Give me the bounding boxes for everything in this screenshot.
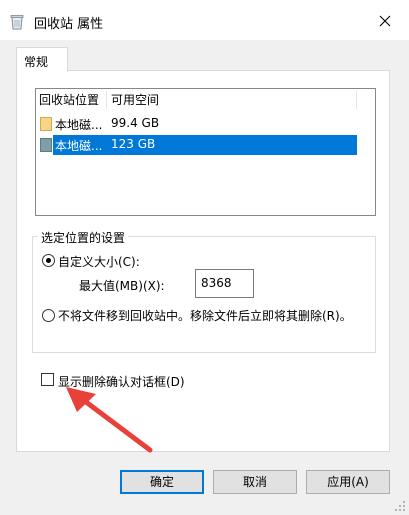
list-item[interactable]: 本地磁... 123 GB bbox=[37, 135, 357, 155]
max-value-input[interactable]: 8368 bbox=[195, 269, 254, 298]
close-icon bbox=[379, 15, 391, 27]
no-recycle-label: 不将文件移到回收站中。移除文件后立即将其删除(R)。 bbox=[58, 309, 352, 323]
free-space: 123 GB bbox=[111, 137, 156, 151]
settings-group-label: 选定位置的设置 bbox=[38, 229, 129, 246]
no-recycle-radio[interactable] bbox=[42, 309, 55, 322]
drive-icon bbox=[40, 138, 52, 152]
window-title: 回收站 属性 bbox=[34, 17, 104, 32]
list-item[interactable]: 本地磁... 99.4 GB bbox=[37, 114, 357, 134]
tab-general[interactable]: 常规 bbox=[16, 47, 68, 72]
location-name: 本地磁... bbox=[55, 118, 103, 132]
list-header: 回收站位置 可用空间 bbox=[36, 89, 375, 111]
cancel-button[interactable]: 取消 bbox=[213, 470, 297, 494]
free-space: 99.4 GB bbox=[111, 116, 160, 130]
annotation-arrow-icon bbox=[60, 384, 160, 454]
column-separator[interactable] bbox=[106, 91, 107, 109]
ok-button[interactable]: 确定 bbox=[120, 470, 204, 494]
apply-button[interactable]: 应用(A) bbox=[306, 470, 390, 494]
recycle-bin-icon bbox=[10, 14, 24, 30]
column-header-free-space[interactable]: 可用空间 bbox=[108, 89, 358, 111]
tab-label: 常规 bbox=[24, 55, 49, 69]
drive-icon bbox=[40, 117, 52, 131]
column-header-location[interactable]: 回收站位置 bbox=[36, 89, 108, 111]
custom-size-label: 自定义大小(C): bbox=[58, 255, 140, 269]
confirm-delete-checkbox[interactable] bbox=[41, 373, 54, 386]
radio-selected-dot bbox=[46, 258, 51, 263]
custom-size-radio[interactable] bbox=[42, 254, 55, 267]
location-name: 本地磁... bbox=[55, 139, 103, 153]
max-value-label: 最大值(MB)(X): bbox=[79, 279, 165, 293]
resize-grip-icon[interactable] bbox=[394, 500, 406, 512]
column-separator[interactable] bbox=[356, 91, 357, 109]
close-button[interactable] bbox=[366, 6, 404, 36]
